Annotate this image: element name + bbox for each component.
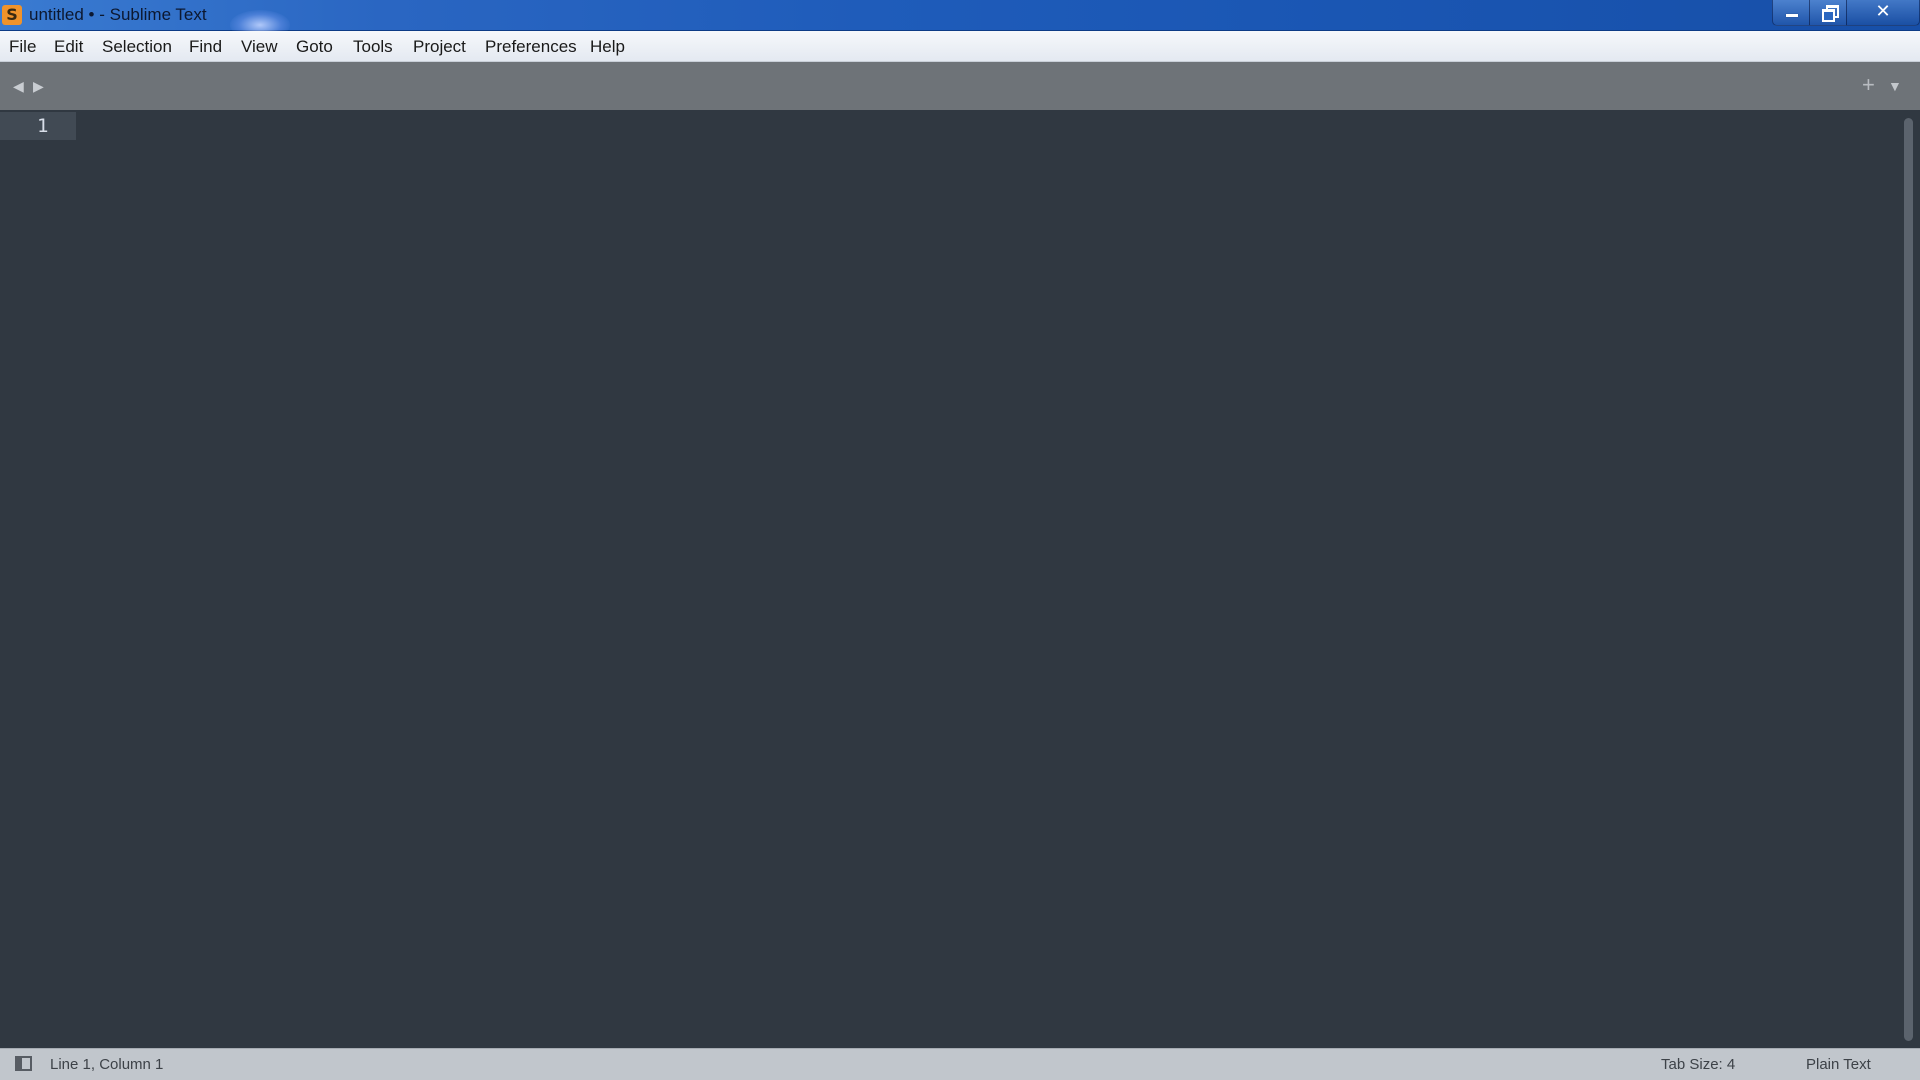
menu-preferences[interactable]: Preferences bbox=[485, 37, 577, 57]
menu-file[interactable]: File bbox=[9, 37, 36, 57]
menu-selection[interactable]: Selection bbox=[102, 37, 172, 57]
close-icon: ✕ bbox=[1875, 1, 1891, 22]
tab-scroll-left-icon[interactable]: ◀ bbox=[13, 76, 24, 96]
tab-bar: ◀ ▶ + ▼ bbox=[0, 62, 1920, 110]
tab-list-dropdown-icon[interactable]: ▼ bbox=[1888, 78, 1902, 94]
menu-edit[interactable]: Edit bbox=[54, 37, 83, 57]
menu-help[interactable]: Help bbox=[590, 37, 625, 57]
menu-view[interactable]: View bbox=[241, 37, 278, 57]
menu-tools[interactable]: Tools bbox=[353, 37, 393, 57]
line-number: 1 bbox=[37, 115, 49, 137]
title-bar[interactable]: S untitled • - Sublime Text ✕ bbox=[0, 0, 1920, 40]
restore-button[interactable] bbox=[1809, 0, 1847, 26]
status-bar: Line 1, Column 1 Tab Size: 4 Plain Text bbox=[0, 1048, 1920, 1080]
minimize-button[interactable] bbox=[1772, 0, 1810, 26]
cursor-position-status: Line 1, Column 1 bbox=[50, 1056, 164, 1073]
syntax-status[interactable]: Plain Text bbox=[1806, 1056, 1871, 1074]
tab-scroll-right-icon[interactable]: ▶ bbox=[33, 76, 44, 96]
new-tab-plus-icon[interactable]: + bbox=[1862, 74, 1875, 96]
scrollbar-thumb[interactable] bbox=[1904, 118, 1913, 1041]
sublime-text-app-icon[interactable]: S bbox=[2, 5, 22, 25]
menu-find[interactable]: Find bbox=[189, 37, 222, 57]
close-button[interactable]: ✕ bbox=[1846, 0, 1920, 26]
vertical-scrollbar[interactable] bbox=[1904, 118, 1913, 1041]
window-title: untitled • - Sublime Text bbox=[29, 5, 207, 24]
menu-bar: File Edit Selection Find View Goto Tools… bbox=[0, 31, 1920, 62]
menu-goto[interactable]: Goto bbox=[296, 37, 333, 57]
editor-area[interactable]: 1 bbox=[0, 110, 1920, 1048]
sidebar-toggle-icon[interactable] bbox=[15, 1056, 32, 1071]
minimize-icon bbox=[1786, 14, 1798, 17]
menu-project[interactable]: Project bbox=[413, 37, 466, 57]
tab-size-status[interactable]: Tab Size: 4 bbox=[1661, 1056, 1735, 1074]
sublime-text-window: S untitled • - Sublime Text ✕ File Edit … bbox=[0, 0, 1920, 1080]
